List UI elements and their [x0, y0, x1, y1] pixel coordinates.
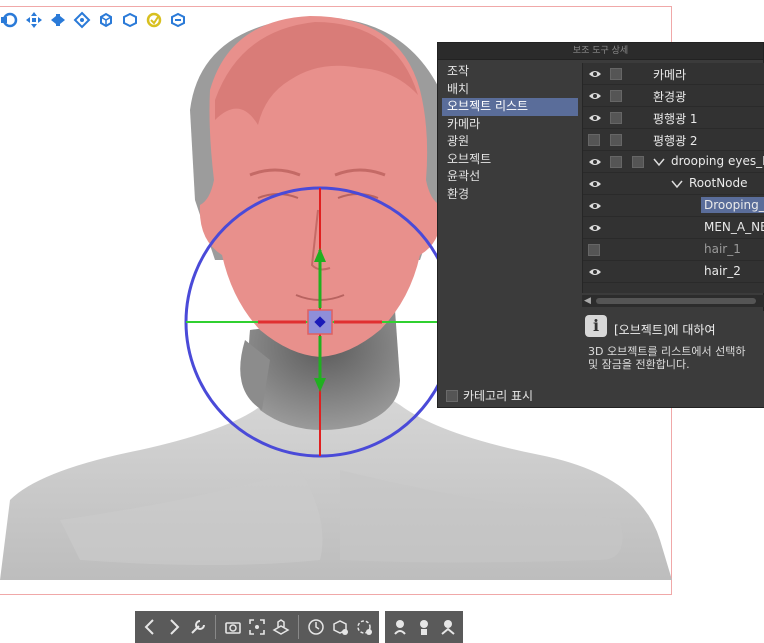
object-name: 환경광	[653, 90, 687, 104]
show-category-toggle[interactable]: 카테고리 표시	[446, 387, 533, 404]
next-icon[interactable]	[163, 614, 185, 640]
horizontal-scrollbar[interactable]: ◀	[582, 295, 764, 307]
eye-icon[interactable]	[588, 200, 602, 212]
info-icon: i	[585, 315, 607, 337]
lock-checkbox[interactable]	[610, 112, 622, 124]
eye-icon[interactable]	[588, 178, 602, 190]
eye-icon[interactable]	[588, 222, 602, 234]
object-name: 평행광 1	[653, 112, 698, 126]
object-row[interactable]: hair_2	[583, 261, 764, 283]
chevron-down-icon[interactable]	[653, 157, 665, 167]
object-row[interactable]: RootNode	[583, 173, 764, 195]
eye-icon[interactable]	[588, 156, 602, 168]
object-row-selected[interactable]: Drooping_e	[583, 195, 764, 217]
category-item[interactable]: 광원	[442, 133, 578, 151]
object-row[interactable]: MEN_A_NE	[583, 217, 764, 239]
reset-angle-icon[interactable]	[305, 614, 327, 640]
object-row[interactable]: 평행광 2	[583, 129, 764, 151]
pose-c-icon[interactable]	[437, 614, 459, 640]
visibility-checkbox[interactable]	[588, 134, 600, 146]
visibility-checkbox[interactable]	[588, 244, 600, 256]
scroll-left-icon[interactable]: ◀	[584, 295, 591, 307]
object-name: 카메라	[653, 68, 687, 82]
object-name: RootNode	[689, 176, 748, 190]
object-list[interactable]: 카메라 환경광 평행광 1 평행광 2 drooping eyes_H Root…	[582, 63, 764, 293]
tool-property-panel: 보조 도구 상세 조작 배치 오브젝트 리스트 카메라 광원 오브젝트 윤곽선 …	[437, 42, 764, 408]
eye-icon[interactable]	[588, 68, 602, 80]
snap-icon[interactable]	[144, 10, 164, 30]
info-line: 3D 오브젝트를 리스트에서 선택하	[588, 345, 746, 358]
panel-title[interactable]: 보조 도구 상세	[438, 43, 763, 60]
object-name: 평행광 2	[653, 134, 698, 148]
category-item[interactable]: 조작	[442, 63, 578, 81]
category-item[interactable]: 오브젝트	[442, 151, 578, 169]
object-row[interactable]: 카메라	[583, 63, 764, 85]
lock-checkbox[interactable]	[610, 68, 622, 80]
category-item-selected[interactable]: 오브젝트 리스트	[442, 98, 578, 116]
reset-icon[interactable]	[168, 10, 188, 30]
fit-icon[interactable]	[246, 614, 268, 640]
toolbar-separator	[215, 615, 216, 639]
show-category-checkbox[interactable]	[446, 389, 458, 402]
show-category-label: 카테고리 표시	[463, 389, 534, 403]
category-item[interactable]: 윤곽선	[442, 168, 578, 186]
object-row[interactable]: 환경광	[583, 85, 764, 107]
category-item[interactable]: 환경	[442, 186, 578, 204]
object-reset-icon[interactable]	[329, 614, 351, 640]
move-icon[interactable]	[48, 10, 68, 30]
pose-b-icon[interactable]	[413, 614, 435, 640]
toolbar-separator	[298, 615, 299, 639]
pan-icon[interactable]	[24, 10, 44, 30]
object-name: hair_1	[704, 242, 741, 256]
camera-icon[interactable]	[222, 614, 244, 640]
rotate-reset-icon[interactable]	[353, 614, 375, 640]
bottom-toolbar	[135, 611, 499, 643]
eye-icon[interactable]	[588, 90, 602, 102]
object-name: MEN_A_NE	[704, 220, 764, 234]
object-row[interactable]: hair_1	[583, 239, 764, 261]
lock-checkbox[interactable]	[610, 90, 622, 102]
category-item[interactable]: 카메라	[442, 116, 578, 134]
bottom-toolbar-poses	[385, 611, 463, 643]
info-description: 3D 오브젝트를 리스트에서 선택하 및 잠금을 전환합니다.	[588, 345, 746, 371]
object-row[interactable]: drooping eyes_H	[583, 151, 764, 173]
rotate-icon[interactable]	[0, 10, 20, 30]
move-3d-icon[interactable]	[72, 10, 92, 30]
rotate-3d-icon[interactable]	[96, 10, 116, 30]
bottom-toolbar-main	[135, 611, 379, 643]
info-box: i [오브젝트]에 대하여 3D 오브젝트를 리스트에서 선택하 및 잠금을 전…	[582, 311, 764, 407]
object-name: drooping eyes_H	[671, 154, 764, 168]
scale-3d-icon[interactable]	[120, 10, 140, 30]
lock-checkbox[interactable]	[610, 134, 622, 146]
scroll-thumb[interactable]	[596, 298, 756, 304]
category-item[interactable]: 배치	[442, 81, 578, 99]
category-list: 조작 배치 오브젝트 리스트 카메라 광원 오브젝트 윤곽선 환경	[442, 63, 578, 203]
top-toolbar	[0, 10, 188, 30]
eye-icon[interactable]	[588, 112, 602, 124]
object-row[interactable]: 평행광 1	[583, 107, 764, 129]
wrench-icon[interactable]	[187, 614, 209, 640]
info-line: 및 잠금을 전환합니다.	[588, 358, 690, 371]
floor-icon[interactable]	[270, 614, 292, 640]
lock-checkbox[interactable]	[632, 156, 644, 168]
lock-checkbox[interactable]	[610, 156, 622, 168]
eye-icon[interactable]	[588, 266, 602, 278]
info-title: [오브젝트]에 대하여	[614, 323, 716, 337]
prev-icon[interactable]	[139, 614, 161, 640]
object-name: Drooping_e	[701, 197, 764, 213]
object-name: hair_2	[704, 264, 741, 278]
pose-a-icon[interactable]	[389, 614, 411, 640]
chevron-down-icon[interactable]	[671, 179, 683, 189]
